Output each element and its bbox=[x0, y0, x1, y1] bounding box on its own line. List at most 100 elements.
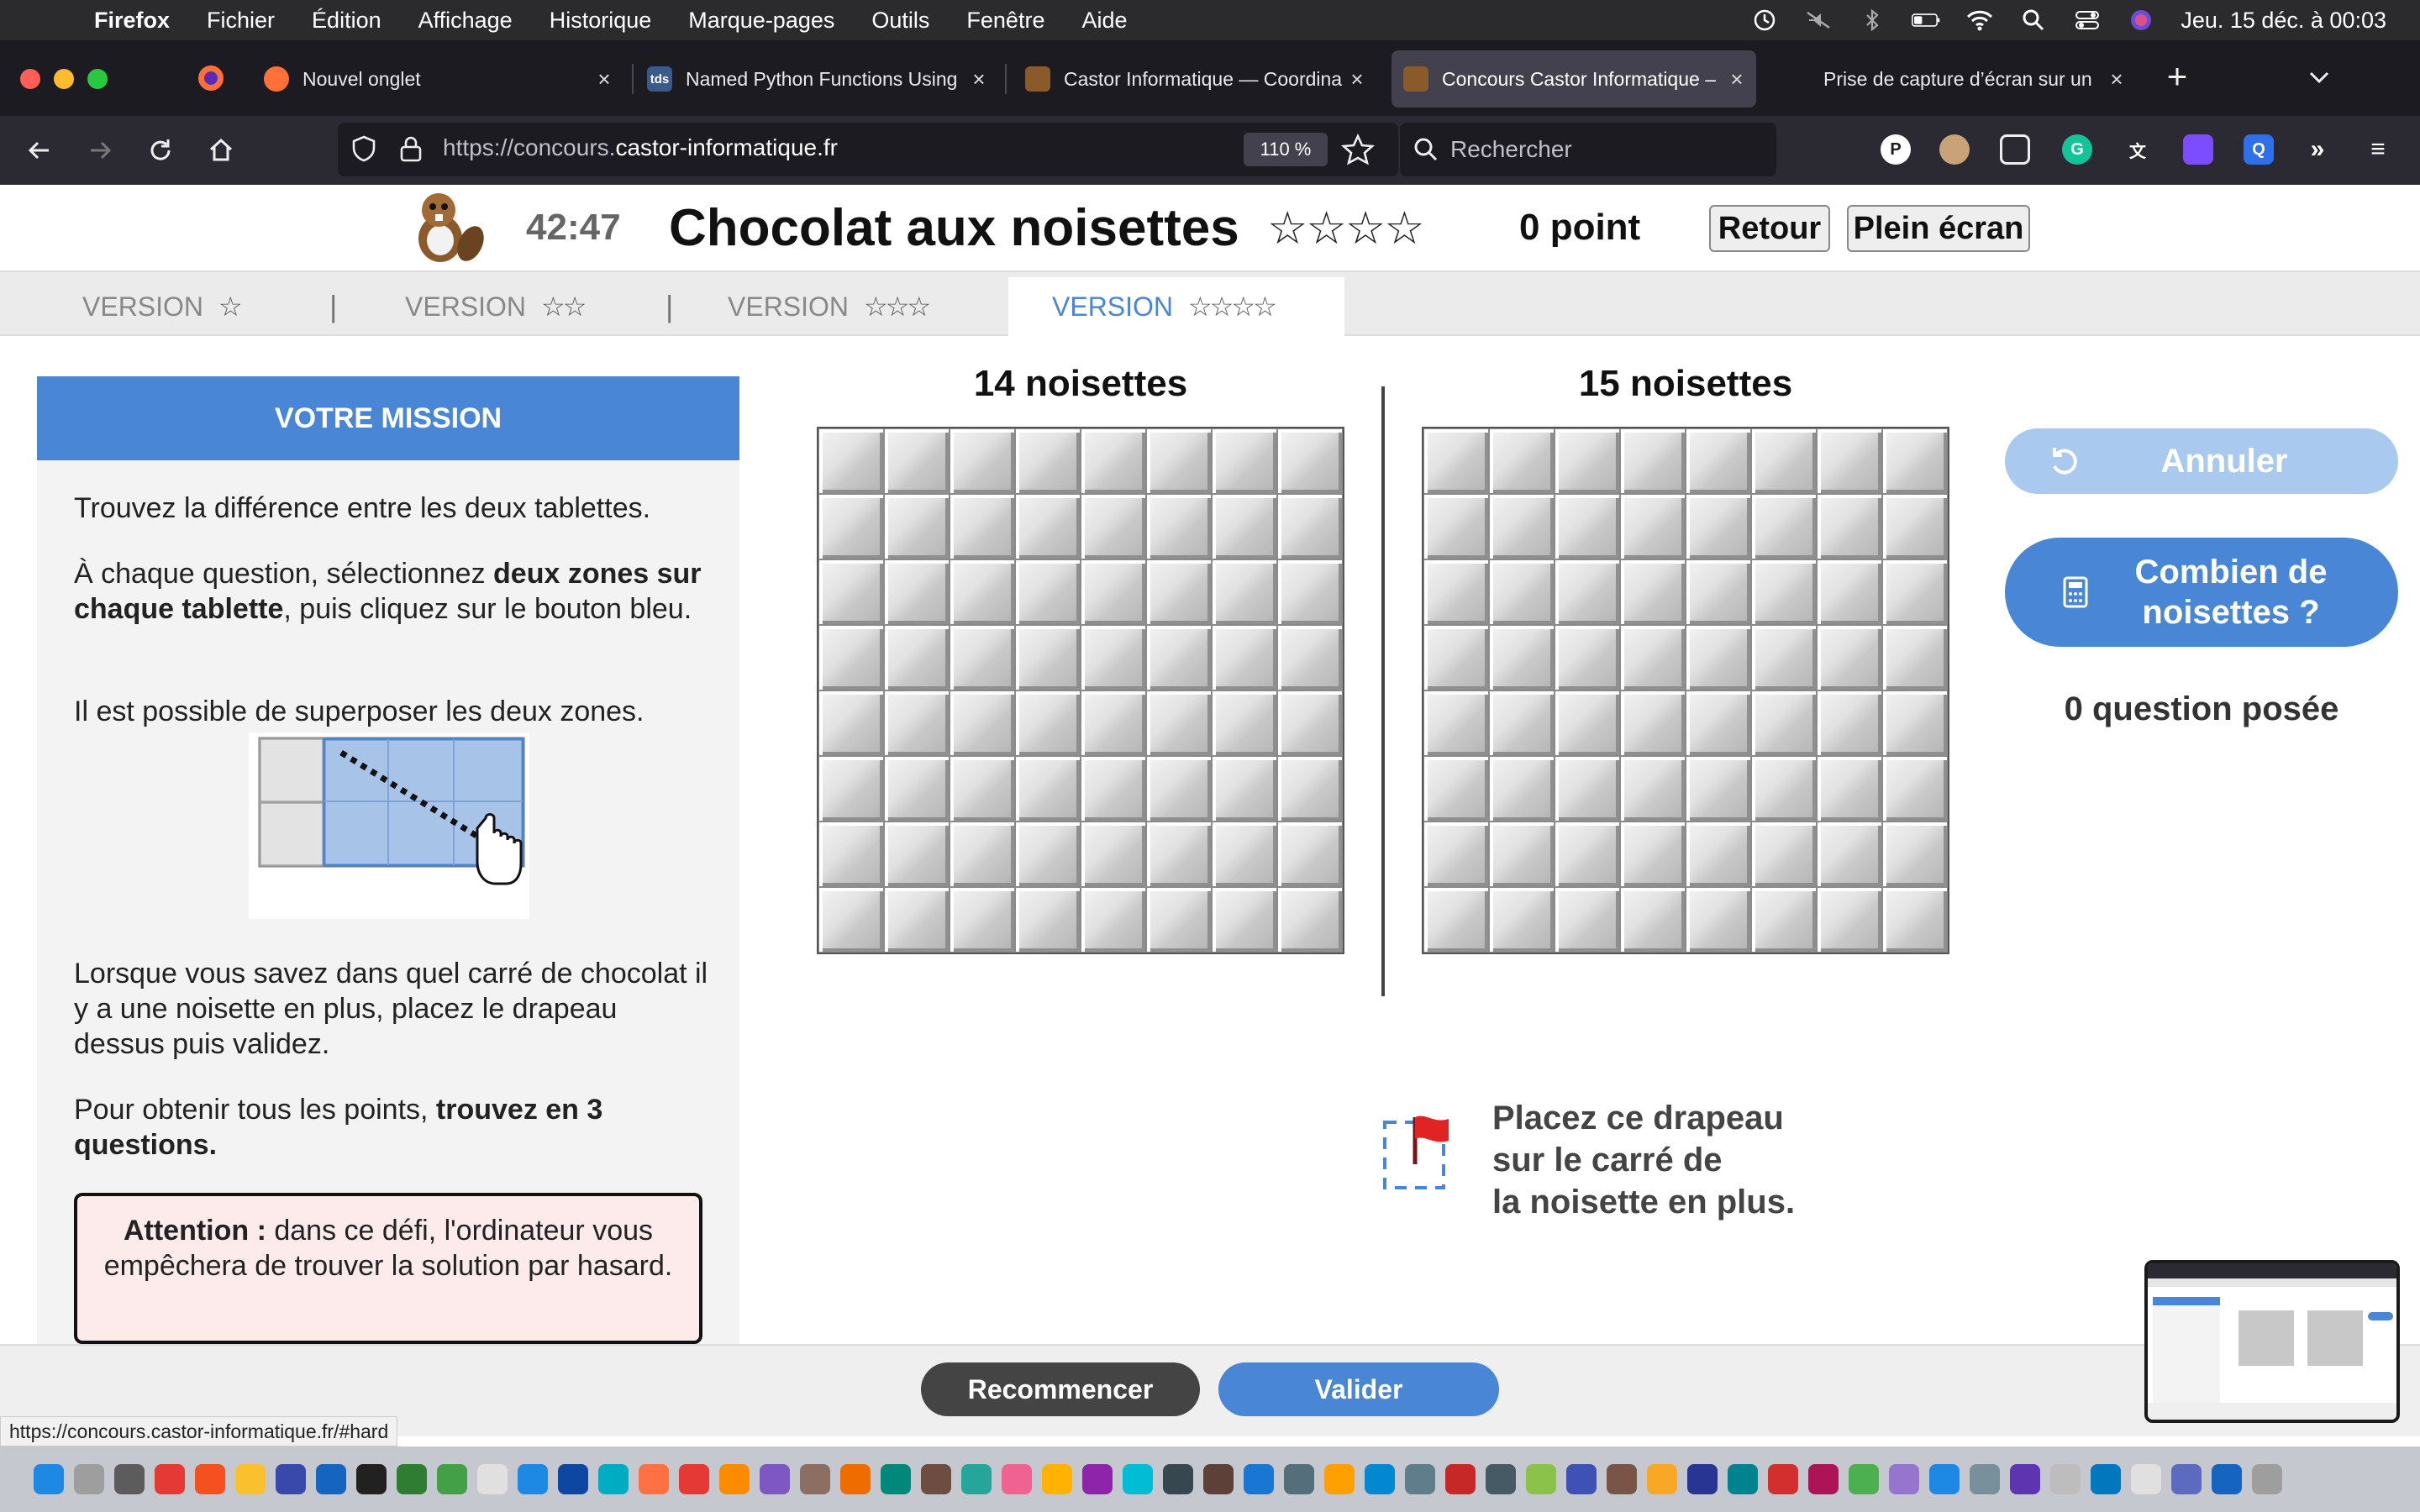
dock-app-icon[interactable] bbox=[1203, 1464, 1234, 1494]
chocolate-square[interactable] bbox=[818, 756, 884, 822]
chocolate-square[interactable] bbox=[1555, 822, 1620, 887]
dock-app-icon[interactable] bbox=[155, 1464, 185, 1494]
list-all-tabs-chevron-down-icon[interactable] bbox=[2302, 60, 2336, 94]
dock-app-icon[interactable] bbox=[1647, 1464, 1677, 1494]
chocolate-square[interactable] bbox=[1146, 822, 1212, 887]
chocolate-square[interactable] bbox=[1817, 494, 1882, 559]
chocolate-square[interactable] bbox=[1015, 822, 1081, 887]
chocolate-square[interactable] bbox=[1555, 559, 1620, 625]
dock-app-icon[interactable] bbox=[1808, 1464, 1839, 1494]
chocolate-square[interactable] bbox=[884, 494, 950, 559]
chocolate-square[interactable] bbox=[1620, 494, 1686, 559]
menu-historique[interactable]: Historique bbox=[550, 8, 652, 34]
chocolate-square[interactable] bbox=[884, 559, 950, 625]
chocolate-square[interactable] bbox=[1423, 690, 1489, 756]
siri-icon[interactable] bbox=[2127, 8, 2155, 32]
extension-purple-icon[interactable] bbox=[2183, 134, 2213, 165]
tab-nouvel-onglet[interactable]: Nouvel onglet × bbox=[264, 50, 617, 108]
dock-app-icon[interactable] bbox=[1123, 1464, 1153, 1494]
dock-app-icon[interactable] bbox=[397, 1464, 427, 1494]
extension-p-icon[interactable]: P bbox=[1881, 134, 1911, 165]
forward-arrow-icon[interactable] bbox=[81, 131, 119, 170]
chocolate-square[interactable] bbox=[950, 494, 1015, 559]
dock-app-icon[interactable] bbox=[1687, 1464, 1718, 1494]
translate-icon[interactable]: 文 bbox=[2123, 134, 2153, 165]
dock-app-icon[interactable] bbox=[881, 1464, 911, 1494]
chocolate-square[interactable] bbox=[1489, 822, 1555, 887]
chocolate-square[interactable] bbox=[1817, 887, 1882, 953]
dock-app-icon[interactable] bbox=[558, 1464, 588, 1494]
draggable-flag[interactable] bbox=[1381, 1110, 1452, 1191]
dock-app-icon[interactable] bbox=[2171, 1464, 2202, 1494]
left-chocolate-tablet[interactable] bbox=[817, 427, 1344, 954]
chocolate-square[interactable] bbox=[1081, 690, 1146, 756]
dock-app-icon[interactable] bbox=[1566, 1464, 1597, 1494]
tab-close-icon[interactable]: × bbox=[592, 66, 617, 92]
chocolate-square[interactable] bbox=[1555, 756, 1620, 822]
dock-app-icon[interactable] bbox=[2212, 1464, 2242, 1494]
chocolate-square[interactable] bbox=[1277, 428, 1343, 494]
chocolate-square[interactable] bbox=[1015, 494, 1081, 559]
chocolate-square[interactable] bbox=[1489, 625, 1555, 690]
chocolate-square[interactable] bbox=[1751, 822, 1817, 887]
menu-edition[interactable]: Édition bbox=[312, 8, 381, 34]
chocolate-square[interactable] bbox=[1882, 625, 1948, 690]
menu-app-firefox[interactable]: Firefox bbox=[94, 8, 170, 34]
dock-app-icon[interactable] bbox=[34, 1464, 64, 1494]
extension-face-icon[interactable] bbox=[1939, 134, 1970, 165]
dock-app-icon[interactable] bbox=[114, 1464, 145, 1494]
search-bar[interactable]: Rechercher bbox=[1400, 123, 1776, 176]
chocolate-square[interactable] bbox=[1277, 756, 1343, 822]
menu-marque-pages[interactable]: Marque-pages bbox=[688, 8, 834, 34]
chocolate-square[interactable] bbox=[1277, 625, 1343, 690]
chocolate-square[interactable] bbox=[1751, 494, 1817, 559]
dock-app-icon[interactable] bbox=[235, 1464, 266, 1494]
chocolate-square[interactable] bbox=[1489, 887, 1555, 953]
chocolate-square[interactable] bbox=[1277, 887, 1343, 953]
chocolate-square[interactable] bbox=[1686, 756, 1751, 822]
dock-app-icon[interactable] bbox=[316, 1464, 346, 1494]
dock-app-icon[interactable] bbox=[1365, 1464, 1395, 1494]
chocolate-square[interactable] bbox=[1751, 690, 1817, 756]
chocolate-square[interactable] bbox=[1423, 822, 1489, 887]
dock-app-icon[interactable] bbox=[74, 1464, 104, 1494]
dock-app-icon[interactable] bbox=[1486, 1464, 1516, 1494]
chocolate-square[interactable] bbox=[1212, 494, 1277, 559]
chocolate-square[interactable] bbox=[884, 887, 950, 953]
chocolate-square[interactable] bbox=[818, 822, 884, 887]
dock-app-icon[interactable] bbox=[2091, 1464, 2121, 1494]
chocolate-square[interactable] bbox=[1212, 822, 1277, 887]
back-button[interactable]: Retour bbox=[1709, 205, 1830, 252]
dock-app-icon[interactable] bbox=[477, 1464, 508, 1494]
new-tab-plus-icon[interactable]: + bbox=[2160, 59, 2195, 94]
dock-app-icon[interactable] bbox=[1284, 1464, 1314, 1494]
hamburger-menu-icon[interactable]: ≡ bbox=[2363, 134, 2393, 165]
dock-app-icon[interactable] bbox=[518, 1464, 548, 1494]
chocolate-square[interactable] bbox=[1489, 494, 1555, 559]
chocolate-square[interactable] bbox=[1423, 494, 1489, 559]
home-icon[interactable] bbox=[202, 131, 240, 170]
tab-close-icon[interactable]: × bbox=[966, 66, 992, 92]
dock-app-icon[interactable] bbox=[1244, 1464, 1274, 1494]
dock-app-icon[interactable] bbox=[1607, 1464, 1637, 1494]
right-chocolate-tablet[interactable] bbox=[1422, 427, 1949, 954]
chocolate-square[interactable] bbox=[884, 428, 950, 494]
chocolate-square[interactable] bbox=[1081, 428, 1146, 494]
tracking-protection-shield-icon[interactable] bbox=[350, 134, 378, 163]
menu-fichier[interactable]: Fichier bbox=[207, 8, 275, 34]
dock-app-icon[interactable] bbox=[1163, 1464, 1193, 1494]
dock-app-icon[interactable] bbox=[1445, 1464, 1476, 1494]
dock-app-icon[interactable] bbox=[719, 1464, 750, 1494]
validate-button[interactable]: Valider bbox=[1218, 1362, 1499, 1416]
chocolate-square[interactable] bbox=[1555, 887, 1620, 953]
dock-app-icon[interactable] bbox=[1889, 1464, 1919, 1494]
dock-app-icon[interactable] bbox=[2252, 1464, 2282, 1494]
chocolate-square[interactable] bbox=[1817, 625, 1882, 690]
chocolate-square[interactable] bbox=[1555, 690, 1620, 756]
chocolate-square[interactable] bbox=[1751, 559, 1817, 625]
tab-castor-coordinateur[interactable]: Castor Informatique — Coordina × bbox=[1025, 50, 1370, 108]
version-tab-4-stars-active[interactable]: VERSION ☆☆☆☆ bbox=[1008, 277, 1344, 336]
chocolate-square[interactable] bbox=[1555, 428, 1620, 494]
chocolate-square[interactable] bbox=[818, 559, 884, 625]
chocolate-square[interactable] bbox=[818, 690, 884, 756]
